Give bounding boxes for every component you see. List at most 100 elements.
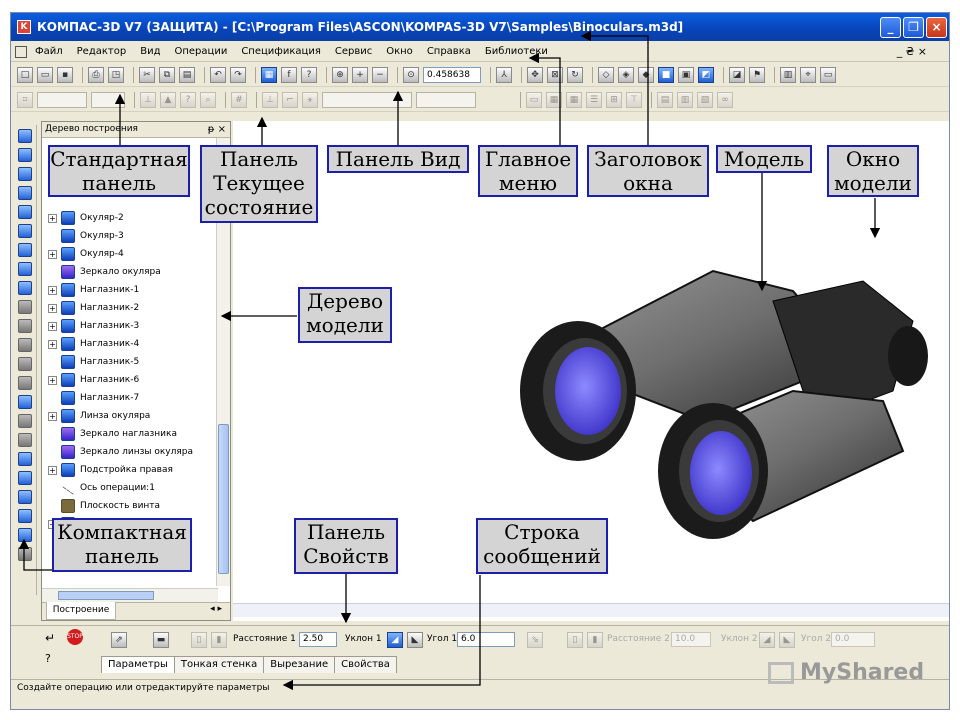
stop-icon[interactable]: STOP: [67, 629, 83, 645]
direction-icon[interactable]: ⇗: [111, 632, 127, 648]
help-icon[interactable]: ?: [45, 652, 51, 665]
local-cs-icon[interactable]: ⊥: [262, 91, 278, 108]
fit-all-icon[interactable]: ⊠: [547, 66, 563, 83]
tree-pin-close[interactable]: ᵽ ×: [208, 122, 226, 137]
model-horizontal-scrollbar[interactable]: [233, 603, 949, 617]
glasses-icon[interactable]: ∞: [717, 91, 733, 108]
color-icon[interactable]: ◪: [729, 66, 745, 83]
view2-icon[interactable]: ▦: [566, 91, 582, 108]
hole-icon[interactable]: [18, 528, 32, 542]
coord-x-field[interactable]: [322, 91, 412, 108]
close-button[interactable]: ×: [926, 17, 947, 38]
pattern-icon[interactable]: [18, 490, 32, 504]
kinematic-icon[interactable]: [18, 338, 32, 352]
filters-icon[interactable]: [18, 224, 32, 238]
side3-icon[interactable]: ▯: [567, 632, 583, 648]
expand-toggle[interactable]: +: [48, 339, 57, 349]
direction2-icon[interactable]: ⇘: [527, 632, 543, 648]
tree-item[interactable]: + Наглазник-6: [48, 372, 139, 388]
expand-toggle[interactable]: [48, 448, 57, 457]
redo-icon[interactable]: ↷: [230, 66, 246, 83]
pan-icon[interactable]: ✥: [527, 66, 543, 83]
wireframe-icon[interactable]: ◇: [598, 66, 614, 83]
tree-item[interactable]: + Окуляр-2: [48, 210, 124, 226]
tree-scroll-thumb[interactable]: [218, 424, 229, 574]
slope-in-icon[interactable]: ◢: [387, 632, 403, 648]
slope2-in-icon[interactable]: ◢: [759, 632, 775, 648]
zoom-field[interactable]: 0.458638: [423, 66, 481, 83]
halftone-edges-icon[interactable]: ▣: [678, 66, 694, 83]
thread-icon[interactable]: [18, 509, 32, 523]
menu-specification[interactable]: Спецификация: [241, 46, 321, 57]
chamfer-icon[interactable]: [18, 414, 32, 428]
slope-out-icon[interactable]: ◣: [407, 632, 423, 648]
angle1-field[interactable]: 6.0: [457, 632, 515, 647]
cursor-icon[interactable]: ▲: [160, 91, 176, 108]
manager-icon[interactable]: ▦: [261, 66, 277, 83]
surfaces-icon[interactable]: [18, 167, 32, 181]
expand-toggle[interactable]: +: [48, 285, 57, 295]
maximize-button[interactable]: ❐: [903, 17, 924, 38]
spec-icon[interactable]: [18, 281, 32, 295]
open-file-icon[interactable]: ▭: [37, 66, 53, 83]
side4-icon[interactable]: ▮: [587, 632, 603, 648]
extrude-icon[interactable]: [18, 300, 32, 314]
expand-toggle[interactable]: +: [48, 213, 57, 223]
ortho-icon[interactable]: ⌕: [200, 91, 216, 108]
tree-item[interactable]: Зеркало наглазника: [48, 426, 177, 442]
zoom-in-icon[interactable]: +: [352, 66, 368, 83]
menu-service[interactable]: Сервис: [335, 46, 372, 57]
distance1-field[interactable]: 2.50: [299, 632, 337, 647]
expand-toggle[interactable]: +: [48, 375, 57, 385]
tree-item[interactable]: + Линза окуляра: [48, 408, 150, 424]
snap-mode-icon[interactable]: ⚹: [302, 91, 318, 108]
coord-system-icon[interactable]: ⊥: [140, 91, 156, 108]
properties-icon[interactable]: ⚑: [749, 66, 765, 83]
cut-extrude-icon[interactable]: [18, 376, 32, 390]
side-icon[interactable]: ▯: [191, 632, 207, 648]
tree-item[interactable]: + Подстройка правая: [48, 462, 173, 478]
help-pointer-icon[interactable]: ?: [301, 66, 317, 83]
tree-item[interactable]: + Наглазник-1: [48, 282, 139, 298]
view-icon[interactable]: ▦: [546, 91, 562, 108]
distance2-field[interactable]: 10.0: [671, 632, 711, 647]
library-icon[interactable]: ▥: [677, 91, 693, 108]
mirror-op-icon[interactable]: [18, 471, 32, 485]
undo-icon[interactable]: ↶: [210, 66, 226, 83]
zoom-out-icon[interactable]: −: [372, 66, 388, 83]
mdi-controls[interactable]: _ ₴ ×: [897, 45, 927, 58]
tree-item[interactable]: + Наглазник-4: [48, 336, 139, 352]
thin-hidden-icon[interactable]: ◆: [638, 66, 654, 83]
edit-details-icon[interactable]: [18, 129, 32, 143]
tree-icon[interactable]: ⊤: [626, 91, 642, 108]
display-icon[interactable]: ▭: [820, 66, 836, 83]
tree-item[interactable]: Ось операции:1: [48, 480, 155, 496]
tab-cutting[interactable]: Вырезание: [263, 656, 336, 673]
copy-icon[interactable]: ⧉: [159, 66, 175, 83]
side2-icon[interactable]: ▮: [211, 632, 227, 648]
slope2-out-icon[interactable]: ◣: [779, 632, 795, 648]
shell-icon[interactable]: [18, 433, 32, 447]
print-icon[interactable]: ⎙: [88, 66, 104, 83]
tree-item[interactable]: + Окуляр-4: [48, 246, 124, 262]
tree-item[interactable]: Наглазник-7: [48, 390, 139, 406]
paste-icon[interactable]: ▤: [179, 66, 195, 83]
tree-tab-nav[interactable]: ◂ ▸: [210, 604, 222, 614]
sheet-icon[interactable]: ▭: [526, 91, 542, 108]
coord-y-field[interactable]: [416, 91, 476, 108]
menu-help[interactable]: Справка: [427, 46, 471, 57]
layout-icon[interactable]: ⊞: [606, 91, 622, 108]
hidden-lines-icon[interactable]: ◈: [618, 66, 634, 83]
fragments-icon[interactable]: ▧: [697, 91, 713, 108]
layers-icon[interactable]: ☰: [586, 91, 602, 108]
pin-icon[interactable]: ↵: [45, 631, 55, 645]
style-combo[interactable]: [91, 91, 125, 108]
expand-toggle[interactable]: +: [48, 303, 57, 313]
tab-construction[interactable]: Построение: [46, 602, 116, 620]
ortho-mode-icon[interactable]: ⌐: [282, 91, 298, 108]
expand-toggle[interactable]: [48, 484, 57, 493]
print-preview-icon[interactable]: ◳: [108, 66, 124, 83]
extrude-type-icon[interactable]: ▬: [153, 632, 169, 648]
expand-toggle[interactable]: [48, 430, 57, 439]
snap-icon[interactable]: ⌗: [17, 91, 33, 108]
